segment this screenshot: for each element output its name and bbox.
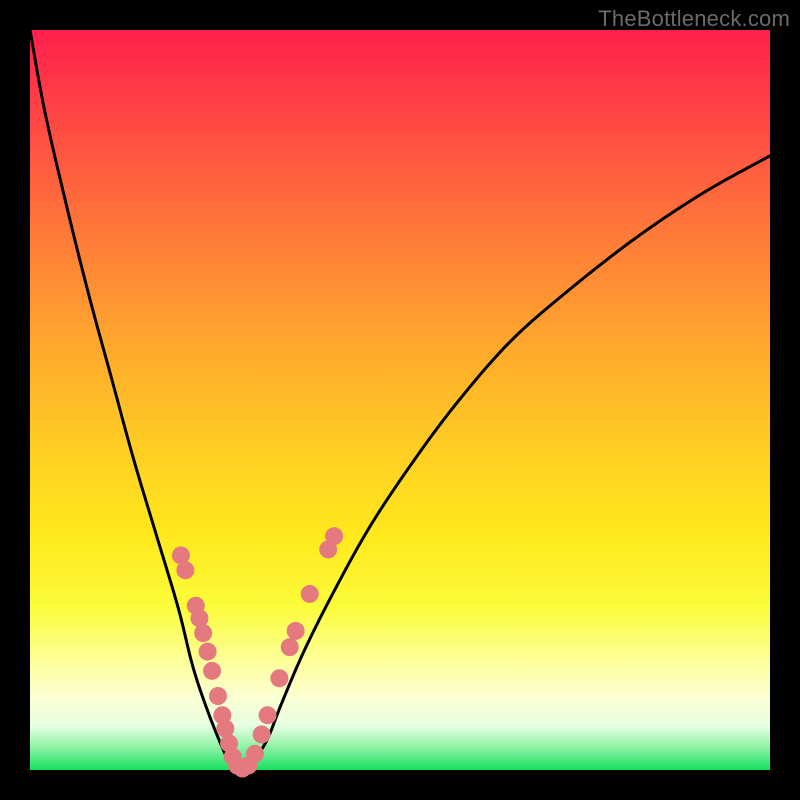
data-marker (203, 662, 221, 680)
plot-area (30, 30, 770, 770)
data-marker (194, 624, 212, 642)
data-marker (287, 622, 305, 640)
data-marker (325, 527, 343, 545)
data-marker (253, 725, 271, 743)
data-marker (259, 706, 277, 724)
marker-series (172, 527, 343, 777)
data-marker (281, 638, 299, 656)
watermark-text: TheBottleneck.com (598, 6, 790, 32)
chart-svg (30, 30, 770, 770)
data-marker (209, 687, 227, 705)
bottleneck-curve-path (30, 30, 770, 770)
data-marker (176, 561, 194, 579)
curve-series (30, 30, 770, 770)
data-marker (270, 669, 288, 687)
data-marker (246, 745, 264, 763)
data-marker (301, 585, 319, 603)
chart-frame: TheBottleneck.com (0, 0, 800, 800)
data-marker (199, 643, 217, 661)
